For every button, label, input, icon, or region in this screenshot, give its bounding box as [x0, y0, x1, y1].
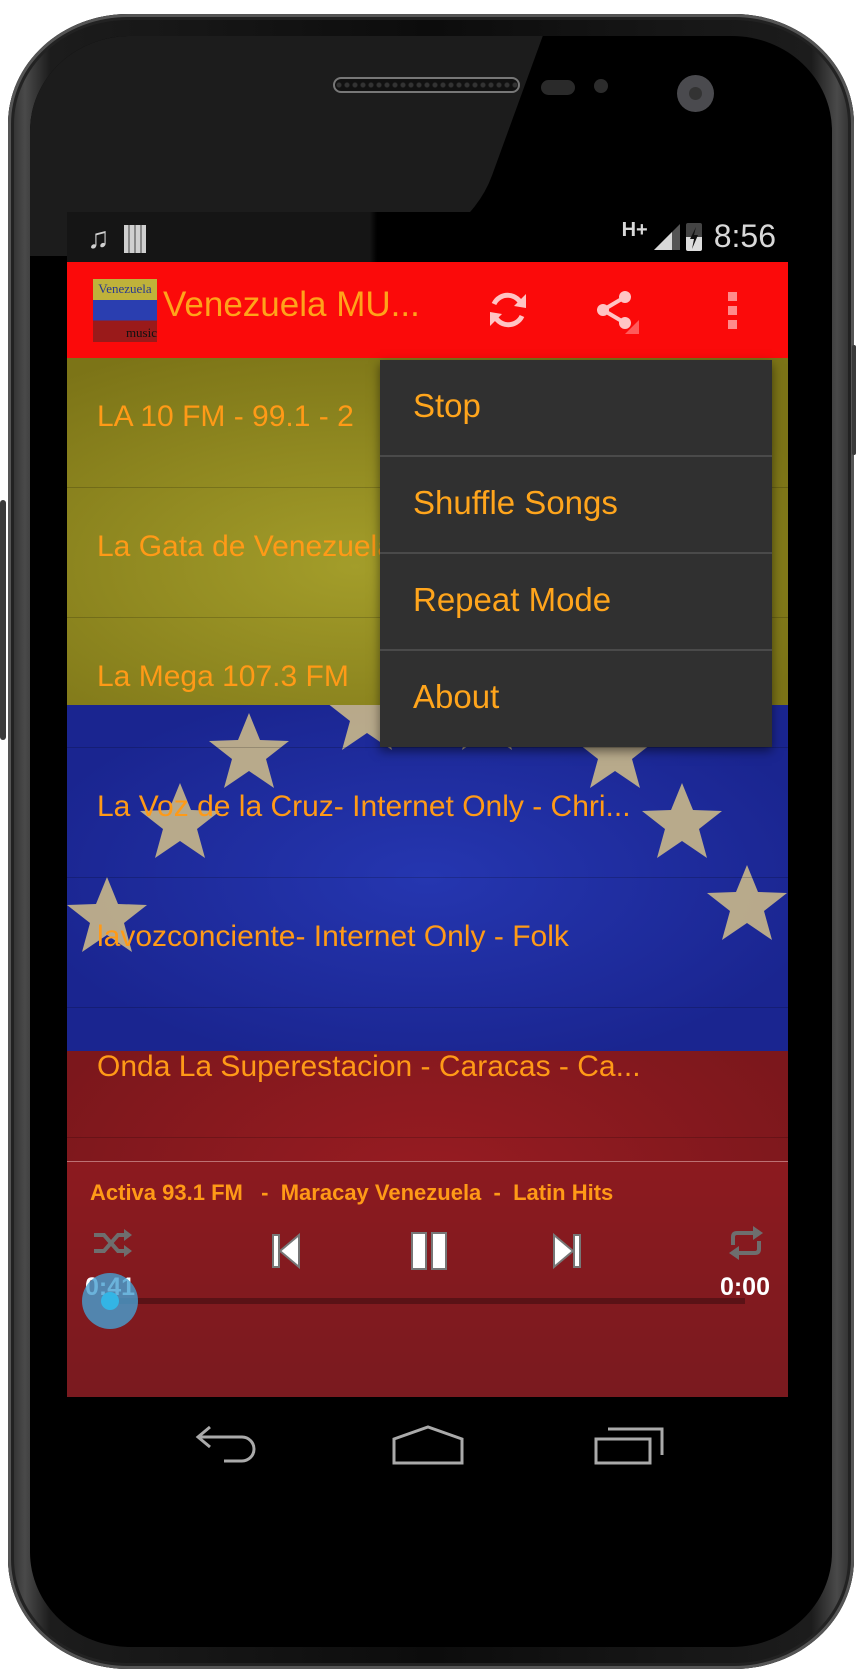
network-type: H+	[621, 219, 648, 241]
overflow-menu: Stop Shuffle Songs Repeat Mode About	[380, 360, 772, 747]
seek-bar[interactable]	[112, 1298, 745, 1304]
status-bar: ♫ H+ 8:56	[67, 212, 788, 262]
navigation-bar	[67, 1397, 788, 1493]
clock: 8:56	[713, 218, 776, 254]
menu-item-about[interactable]: About	[380, 651, 772, 748]
action-bar: Venezuela music Venezuela MU...	[67, 262, 788, 358]
menu-item-label: Shuffle Songs	[413, 484, 618, 521]
menu-item-repeat-mode[interactable]: Repeat Mode	[380, 554, 772, 651]
light-sensor	[594, 79, 608, 93]
share-icon[interactable]	[591, 286, 639, 334]
menu-item-label: Stop	[413, 387, 481, 424]
recent-apps-icon[interactable]	[594, 1425, 666, 1465]
home-icon[interactable]	[392, 1425, 464, 1465]
list-item[interactable]: La Voz de la Cruz- Internet Only - Chri.…	[67, 748, 788, 878]
shuffle-icon[interactable]	[92, 1227, 132, 1259]
app-title: Venezuela MU...	[163, 285, 420, 324]
menu-item-label: About	[413, 678, 500, 715]
music-note-icon: ♫	[87, 222, 110, 255]
power-button	[852, 345, 856, 455]
pause-icon[interactable]	[409, 1230, 449, 1272]
app-logo-bottom-text: music	[125, 325, 157, 340]
previous-icon[interactable]	[270, 1232, 302, 1270]
list-item[interactable]: Onda La Superestacion - Caracas - Ca...	[67, 1008, 788, 1138]
barcode-icon	[123, 225, 146, 253]
seek-thumb[interactable]	[82, 1273, 138, 1329]
station-name: La Gata de Venezuela	[97, 530, 394, 563]
repeat-icon[interactable]	[727, 1225, 765, 1261]
station-name: La Voz de la Cruz- Internet Only - Chri.…	[97, 790, 631, 823]
station-name: LA 10 FM - 99.1 - 2	[97, 400, 354, 433]
station-name: Onda La Superestacion - Caracas - Ca...	[97, 1050, 641, 1083]
earpiece-speaker	[333, 77, 520, 93]
next-icon[interactable]	[551, 1232, 583, 1270]
menu-item-label: Repeat Mode	[413, 581, 612, 618]
menu-item-shuffle-songs[interactable]: Shuffle Songs	[380, 457, 772, 554]
station-name: La Mega 107.3 FM	[97, 660, 349, 693]
app-logo[interactable]: Venezuela music	[93, 279, 157, 342]
volume-button	[0, 500, 6, 740]
menu-item-stop[interactable]: Stop	[380, 360, 772, 457]
refresh-icon[interactable]	[484, 286, 532, 334]
battery-charging-icon	[685, 222, 702, 251]
list-item[interactable]: lavozconciente- Internet Only - Folk	[67, 878, 788, 1008]
app-logo-top-text: Venezuela	[98, 281, 152, 296]
screen: ♫ H+ 8:56 Venezuela music Venezuela MU..…	[67, 212, 788, 1493]
now-playing-text: Activa 93.1 FM - Maracay Venezuela - Lat…	[90, 1180, 614, 1205]
signal-icon	[653, 223, 680, 250]
player-panel: Activa 93.1 FM - Maracay Venezuela - Lat…	[67, 1161, 788, 1398]
overflow-menu-icon[interactable]	[708, 286, 756, 334]
back-icon[interactable]	[192, 1425, 264, 1465]
proximity-sensor	[541, 80, 575, 95]
station-name: lavozconciente- Internet Only - Folk	[97, 920, 569, 953]
front-camera	[677, 75, 714, 112]
